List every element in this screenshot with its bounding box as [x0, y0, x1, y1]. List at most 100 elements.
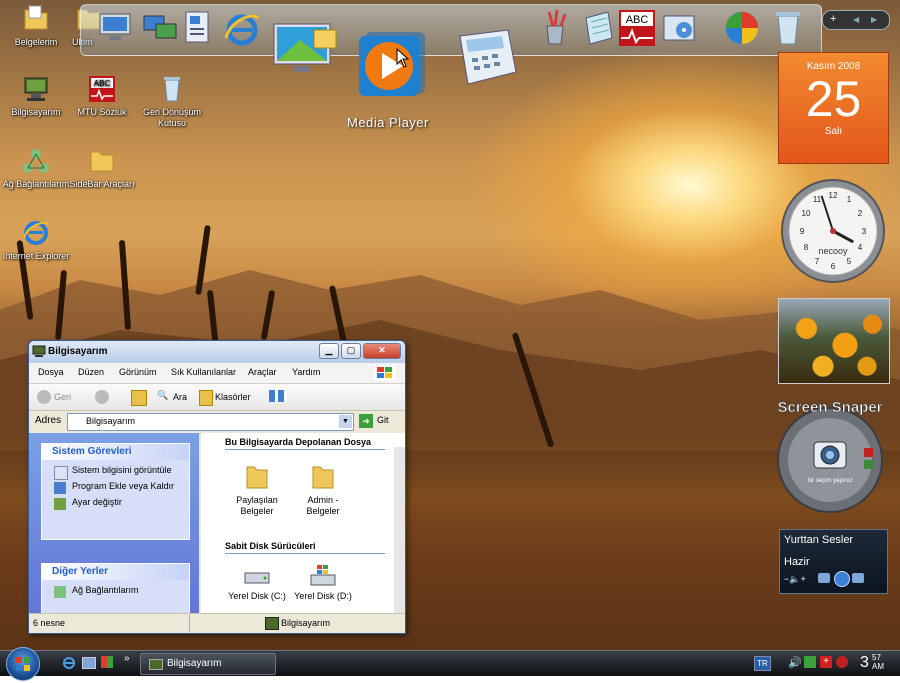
dock-add-button[interactable]: + [830, 11, 836, 28]
desktop-icon-network[interactable]: Ağ Bağlantılarım [0, 146, 72, 190]
recycle-bin-icon [164, 77, 180, 102]
radio-gadget[interactable]: Yurttan Sesler Hazir −🔈+ [779, 529, 888, 594]
task-item[interactable]: Ayar değiştir [42, 497, 189, 510]
svg-text:ABC: ABC [94, 79, 111, 88]
windows-logo-icon [374, 365, 396, 381]
other-places-header[interactable]: Diğer Yerler [42, 564, 189, 580]
search-button[interactable]: Ara [173, 392, 187, 402]
internet-explorer-icon[interactable] [62, 656, 76, 670]
abc-icon: ABC [89, 76, 115, 102]
network-tray-icon[interactable] [804, 656, 816, 668]
system-tasks-header[interactable]: Sistem Görevleri [42, 444, 189, 460]
menu-duzen[interactable]: Düzen [78, 367, 104, 377]
recycle-bin-icon[interactable] [768, 8, 808, 48]
go-button[interactable]: Git [377, 415, 389, 425]
maximize-button[interactable]: ▢ [341, 343, 361, 359]
task-item[interactable]: Program Ekle veya Kaldır [42, 481, 189, 494]
svg-text:ABC: ABC [626, 14, 649, 26]
folder-item-label: Paylaşılan Belgeler [236, 495, 278, 516]
content-pane: Bu Bilgisayarda Depolanan Dosya Paylaşıl… [201, 433, 405, 613]
desktop-icon-label: Bilgisayarım [11, 107, 61, 117]
taskbar-clock-minute-block[interactable]: 57 AM [872, 653, 884, 671]
volume-icon[interactable]: 🔊 [788, 656, 802, 669]
section-header: Sabit Disk Sürücüleri [225, 541, 316, 551]
display-settings-icon[interactable] [270, 20, 340, 80]
desktop-icon-recycle-bin[interactable]: Geri Dönüşüm Kutusu [136, 74, 208, 129]
notepad-icon[interactable] [578, 8, 618, 48]
explorer-window[interactable]: Bilgisayarım ▁ ▢ ✕ Dosya Düzen Görünüm S… [28, 340, 406, 634]
desktop-icon-label: Ağ Bağlantılarım [2, 179, 70, 189]
address-dropdown-button[interactable]: ▼ [339, 415, 352, 428]
windows-flip-icon[interactable] [101, 656, 113, 668]
folder-item[interactable]: Admin - Belgeler [293, 461, 353, 517]
calculator-icon[interactable] [450, 28, 520, 88]
minimize-button[interactable]: ▁ [319, 343, 339, 359]
radio-station-title: Yurttan Sesler [784, 534, 854, 546]
antivirus-tray-icon[interactable] [836, 656, 848, 668]
media-player-icon[interactable] [355, 28, 430, 100]
prev-station-icon[interactable] [818, 573, 830, 583]
programs-icon [54, 482, 66, 494]
address-input[interactable]: Bilgisayarım ▼ [67, 413, 354, 431]
next-station-icon[interactable] [852, 573, 864, 583]
svg-text:7: 7 [815, 257, 820, 266]
computer-icon[interactable] [95, 8, 135, 48]
documents-icon[interactable] [180, 8, 220, 48]
screen-snaper-title: Screen Snaper [777, 399, 882, 416]
quick-launch-more-icon[interactable]: » [124, 653, 130, 664]
forward-button[interactable] [95, 390, 109, 404]
photo-slideshow-gadget[interactable] [778, 298, 890, 384]
drive-item[interactable]: Yerel Disk (C:) [227, 565, 287, 602]
close-button[interactable]: ✕ [363, 343, 401, 359]
clock-gadget[interactable]: 12 3 6 9 12 45 78 1011 necooy [780, 178, 886, 284]
address-value: Bilgisayarım [86, 416, 136, 426]
content-scrollbar[interactable] [394, 447, 405, 613]
play-button[interactable] [834, 571, 850, 587]
desktop: Belgelerim Ultim Bilgisayarım ABC MTU Sö… [0, 0, 900, 650]
computer-icon [24, 77, 48, 101]
menu-gorunum[interactable]: Görünüm [119, 367, 157, 377]
menu-dosya[interactable]: Dosya [38, 367, 64, 377]
taskbar-clock-hour[interactable]: 3 [860, 651, 869, 675]
folder-item[interactable]: Paylaşılan Belgeler [227, 461, 287, 517]
taskbar-clock-minute: 57 [872, 653, 881, 662]
internet-explorer-icon[interactable] [222, 10, 262, 50]
desktop-icon-bilgisayarim[interactable]: Bilgisayarım [0, 74, 72, 118]
network-icon [54, 586, 66, 598]
menu-araclar[interactable]: Araçlar [248, 367, 277, 377]
network-computers-icon[interactable] [140, 8, 180, 48]
window-title-bar[interactable]: Bilgisayarım ▁ ▢ ✕ [29, 341, 405, 363]
desktop-icon-mtu-sozluk[interactable]: ABC MTU Sözlük [66, 74, 138, 118]
folders-button[interactable]: Klasörler [215, 392, 251, 402]
views-button[interactable] [269, 390, 287, 402]
menu-sik-kullanilanlar[interactable]: Sık Kullanılanlar [171, 367, 236, 377]
desktop-icon-internet-explorer[interactable]: Internet Explorer [0, 218, 72, 262]
task-item-label: Ağ Bağlantılarım [72, 585, 139, 595]
volume-down-button[interactable]: −🔈+ [784, 574, 806, 585]
windows-update-icon[interactable] [722, 8, 762, 48]
task-item-label: Ayar değiştir [72, 497, 122, 507]
screen-snaper-gadget[interactable]: Screen Snaper bir seçim yapınız [772, 398, 888, 514]
desktop-icon-sidebar-araclari[interactable]: SideBar Araçları [66, 146, 138, 190]
cd-drive-icon[interactable] [660, 8, 700, 48]
show-desktop-icon[interactable] [82, 657, 96, 669]
dock-prev-button[interactable]: ◀ [853, 11, 859, 28]
security-tray-icon[interactable]: + [820, 656, 832, 668]
svg-text:2: 2 [858, 209, 863, 218]
dock-next-button[interactable]: ▶ [871, 11, 877, 28]
back-button[interactable]: Geri [54, 392, 71, 402]
abc-dictionary-icon[interactable]: ABC [617, 8, 657, 48]
up-folder-button[interactable] [131, 390, 147, 406]
taskbar-clock-suffix: AM [872, 662, 884, 671]
language-indicator[interactable]: TR [754, 656, 771, 671]
start-button[interactable] [6, 647, 40, 681]
taskbar-window-button[interactable]: Bilgisayarım [140, 653, 276, 675]
task-item[interactable]: Sistem bilgisini görüntüle [42, 465, 189, 480]
task-item[interactable]: Ağ Bağlantılarım [42, 585, 189, 598]
folder-icon [24, 5, 48, 30]
pencil-cup-icon[interactable] [535, 8, 575, 48]
calendar-gadget[interactable]: Kasım 2008 25 Salı [778, 52, 889, 164]
menu-yardim[interactable]: Yardım [292, 367, 320, 377]
folders-icon [199, 390, 213, 406]
drive-item[interactable]: Yerel Disk (D:) [293, 565, 353, 602]
